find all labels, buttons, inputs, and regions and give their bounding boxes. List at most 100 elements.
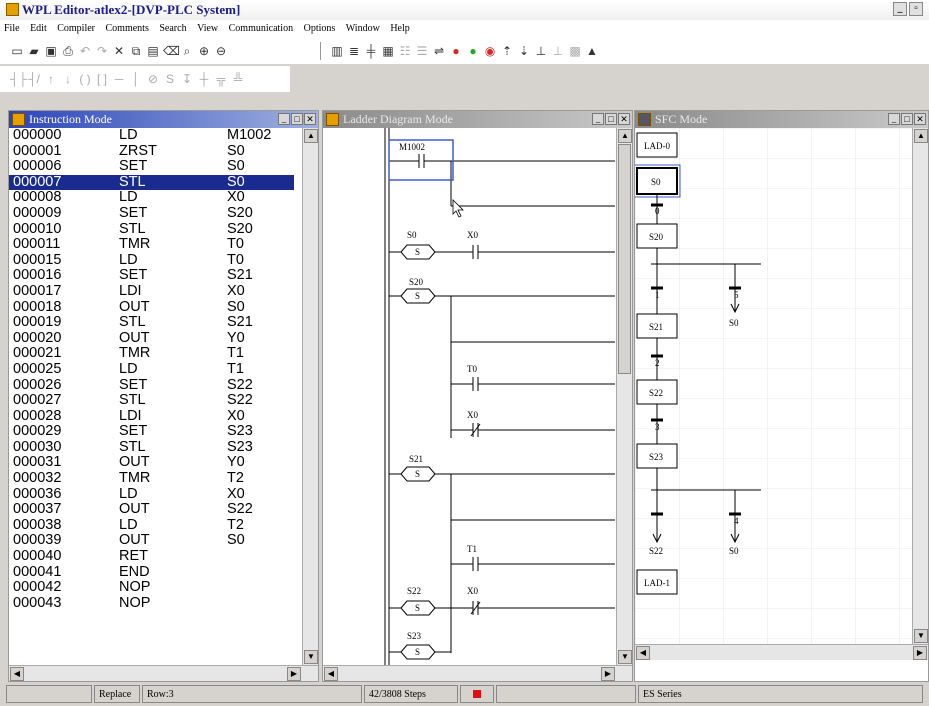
converge-icon[interactable]: ╩ (231, 72, 245, 86)
instruction-row[interactable]: 000025 LD T1 (9, 361, 294, 378)
instruction-row[interactable]: 000009 SET S20 (9, 205, 294, 222)
instruction-row[interactable]: 000030 STL S23 (9, 439, 294, 456)
menu-view[interactable]: View (193, 20, 222, 38)
function-icon[interactable]: [ ] (95, 72, 109, 86)
instruction-row[interactable]: 000031 OUT Y0 (9, 455, 294, 471)
menu-help[interactable]: Help (386, 20, 413, 38)
find-icon[interactable]: ⌕ (180, 44, 194, 58)
close-icon[interactable]: ✕ (304, 113, 316, 125)
minimize-icon[interactable]: _ (278, 113, 290, 125)
instruction-vscrollbar[interactable]: ▲ ▼ (302, 128, 318, 665)
transfer-icon[interactable]: ⇌ (432, 44, 446, 58)
instruction-row[interactable]: 000008 LD X0 (9, 190, 294, 206)
instruction-row[interactable]: 000006 SET S0 (9, 159, 294, 175)
instruction-row[interactable]: 000000 LD M1002 (9, 127, 294, 144)
step-icon[interactable]: ≣ (347, 44, 361, 58)
stop-icon[interactable]: ◉ (483, 44, 497, 58)
menu-edit[interactable]: Edit (26, 20, 51, 38)
menu-file[interactable]: File (0, 20, 24, 38)
copy-icon[interactable]: ⧉ (129, 44, 143, 58)
coil-icon[interactable]: ( ) (78, 72, 92, 86)
instruction-row[interactable]: 000037 OUT S22 (9, 502, 294, 518)
instruction-row[interactable]: 000028 LDI X0 (9, 408, 294, 425)
minimize-icon[interactable]: _ (888, 113, 900, 125)
scroll-left-icon[interactable]: ◀ (636, 646, 650, 660)
vline-icon[interactable]: │ (129, 72, 143, 86)
instruction-row[interactable]: 000016 SET S21 (9, 268, 294, 284)
instruction-row[interactable]: 000001 ZRST S0 (9, 143, 294, 160)
new-icon[interactable]: ▭ (10, 44, 24, 58)
ladder-icon[interactable]: ╪ (364, 44, 378, 58)
instruction-row[interactable]: 000021 TMR T1 (9, 346, 294, 362)
scroll-left-icon[interactable]: ◀ (324, 667, 338, 681)
instruction-row[interactable]: 000018 OUT S0 (9, 299, 294, 316)
restore-button[interactable]: ▫ (909, 2, 923, 16)
compile-icon[interactable]: ▥ (330, 44, 344, 58)
sfc-icon[interactable]: ▦ (381, 44, 395, 58)
instruction-row[interactable]: 000039 OUT S0 (9, 533, 294, 549)
maximize-icon[interactable]: □ (901, 113, 913, 125)
instruction-row[interactable]: 000019 STL S21 (9, 315, 294, 331)
instruction-row[interactable]: 000026 SET S22 (9, 377, 294, 394)
redo-icon[interactable]: ↷ (95, 44, 109, 58)
close-icon[interactable]: ✕ (914, 113, 926, 125)
stop-red-icon[interactable]: ● (449, 44, 463, 58)
scroll-right-icon[interactable]: ▶ (913, 646, 927, 660)
print-icon[interactable]: ⎙ (61, 44, 75, 58)
scroll-up-icon[interactable]: ▲ (304, 129, 318, 143)
ladder-hscrollbar[interactable]: ◀ ▶ (323, 665, 632, 681)
scroll-up-icon[interactable]: ▲ (618, 129, 632, 143)
save-icon[interactable]: ▣ (44, 44, 58, 58)
instruction-row[interactable]: 000015 LD T0 (9, 252, 294, 269)
menu-window[interactable]: Window (342, 20, 384, 38)
instruction-row[interactable]: 000032 TMR T2 (9, 470, 294, 487)
scroll-right-icon[interactable]: ▶ (287, 667, 301, 681)
scroll-left-icon[interactable]: ◀ (10, 667, 24, 681)
maximize-icon[interactable]: □ (605, 113, 617, 125)
menu-compiler[interactable]: Compiler (53, 20, 99, 38)
delete-icon[interactable]: ⌫ (163, 44, 180, 58)
instruction-row[interactable]: 000011 TMR T0 (9, 237, 294, 253)
undo-icon[interactable]: ↶ (78, 44, 92, 58)
instruction-row[interactable]: 000029 SET S23 (9, 424, 294, 440)
plc-icon[interactable]: ▩ (568, 44, 582, 58)
scroll-down-icon[interactable]: ▼ (304, 650, 318, 664)
zoom-in-icon[interactable]: ⊕ (197, 44, 211, 58)
menu-options[interactable]: Options (300, 20, 340, 38)
instruction-row[interactable]: 000041 END (9, 564, 294, 581)
diverge-icon[interactable]: ╦ (214, 72, 228, 86)
ladder-vscrollbar[interactable]: ▲ ▼ (616, 128, 632, 665)
device-icon[interactable]: ⊥ (551, 44, 565, 58)
sfc-vscrollbar[interactable]: ▲ ▼ (912, 128, 928, 644)
menu-search[interactable]: Search (155, 20, 190, 38)
instruction-row[interactable]: 000010 STL S20 (9, 221, 294, 238)
ladder-scroll-thumb[interactable] (618, 144, 631, 374)
paste-icon[interactable]: ▤ (146, 44, 160, 58)
minimize-icon[interactable]: _ (592, 113, 604, 125)
list-icon[interactable]: ☷ (398, 44, 412, 58)
contact-f-icon[interactable]: ↓ (61, 72, 75, 86)
transition-icon[interactable]: ┼ (197, 72, 211, 86)
ladder-canvas[interactable]: M1002 S0 X0 S20 T0 X0 S21 T1 S22 X0 S23 … (323, 128, 619, 666)
instruction-row[interactable]: 000040 RET (9, 548, 294, 565)
instruction-row[interactable]: 000036 LD X0 (9, 486, 294, 503)
upload-icon[interactable]: ⇡ (500, 44, 514, 58)
instruction-row[interactable]: 000038 LD T2 (9, 517, 294, 534)
scroll-down-icon[interactable]: ▼ (618, 650, 632, 664)
cut-icon[interactable]: ✕ (112, 44, 126, 58)
monitor-icon[interactable]: ⊥ (534, 44, 548, 58)
minimize-button[interactable]: _ (893, 2, 907, 16)
instruction-list[interactable]: 000000 LD M1002 000001 ZRST S0 000006 SET S0 0000… (9, 127, 294, 611)
scroll-down-icon[interactable]: ▼ (914, 629, 928, 643)
contact-nc-icon[interactable]: ┤/ (27, 72, 41, 86)
sfc-hscrollbar[interactable]: ◀ ▶ (635, 644, 928, 660)
online-icon[interactable]: ▲ (585, 44, 599, 58)
menu-comments[interactable]: Comments (102, 20, 153, 38)
sfc-canvas[interactable]: LAD-0 S0 S20 S21 S22 S23 LAD-1 0 1 5 2 3… (635, 128, 915, 644)
instruction-row[interactable]: 000020 OUT Y0 (9, 330, 294, 347)
invert-icon[interactable]: ⊘ (146, 72, 160, 86)
download-icon[interactable]: ⇣ (517, 44, 531, 58)
run-green-icon[interactable]: ● (466, 44, 480, 58)
contact-p-icon[interactable]: ↑ (44, 72, 58, 86)
step-ladder-icon[interactable]: S (163, 72, 177, 86)
